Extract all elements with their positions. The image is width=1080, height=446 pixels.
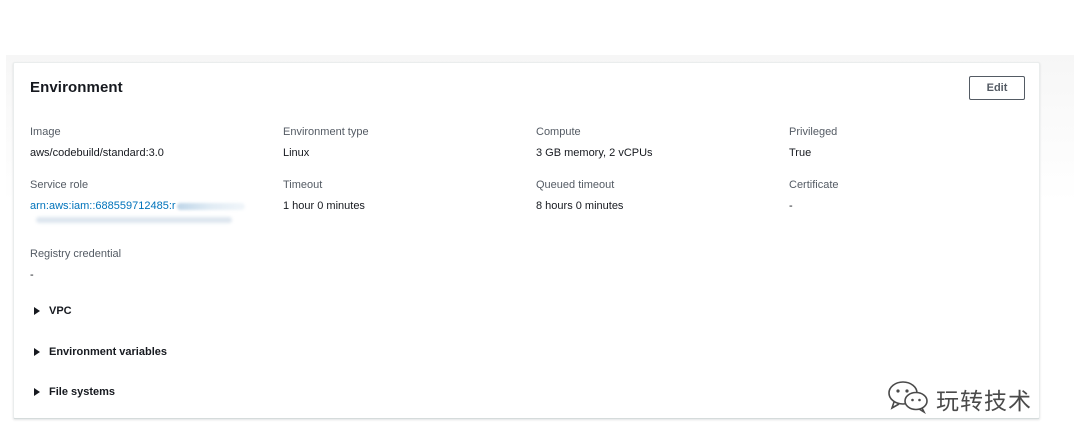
image-field: Image aws/codebuild/standard:3.0 xyxy=(30,125,270,160)
caret-right-icon xyxy=(34,307,40,315)
service-role-label: Service role xyxy=(30,179,89,191)
compute-label: Compute xyxy=(536,126,581,138)
expander-vpc[interactable]: VPC xyxy=(34,305,72,317)
environment-type-label: Environment type xyxy=(283,126,369,138)
edit-button[interactable]: Edit xyxy=(969,76,1025,100)
privileged-label: Privileged xyxy=(789,126,838,138)
certificate-label: Certificate xyxy=(789,179,839,191)
caret-right-icon xyxy=(34,388,40,396)
environment-type-field: Environment type Linux xyxy=(283,125,523,160)
privileged-value: True xyxy=(789,147,812,159)
service-role-redaction-line2 xyxy=(36,217,232,223)
expander-file-systems[interactable]: File systems xyxy=(34,386,115,398)
registry-credential-field: Registry credential - xyxy=(30,247,270,282)
timeout-label: Timeout xyxy=(283,179,323,191)
certificate-field: Certificate - xyxy=(789,178,1029,213)
expander-vpc-label: VPC xyxy=(49,305,72,317)
queued-timeout-value: 8 hours 0 minutes xyxy=(536,200,624,212)
expander-environment-variables-label: Environment variables xyxy=(49,346,167,358)
registry-credential-label: Registry credential xyxy=(30,248,122,260)
environment-panel: Environment Edit Image aws/codebuild/sta… xyxy=(13,62,1040,419)
compute-value: 3 GB memory, 2 vCPUs xyxy=(536,147,653,159)
queued-timeout-field: Queued timeout 8 hours 0 minutes xyxy=(536,178,776,213)
panel-title: Environment xyxy=(30,79,123,96)
watermark-text: 玩转技术 xyxy=(936,388,1032,415)
image-label: Image xyxy=(30,126,61,138)
timeout-field: Timeout 1 hour 0 minutes xyxy=(283,178,523,213)
queued-timeout-label: Queued timeout xyxy=(536,179,615,191)
caret-right-icon xyxy=(34,348,40,356)
service-role-redaction xyxy=(177,203,245,210)
registry-credential-value: - xyxy=(30,269,34,281)
environment-type-value: Linux xyxy=(283,147,310,159)
privileged-field: Privileged True xyxy=(789,125,1029,160)
expander-file-systems-label: File systems xyxy=(49,386,116,398)
timeout-value: 1 hour 0 minutes xyxy=(283,200,365,212)
certificate-value: - xyxy=(789,200,793,212)
watermark: 玩转技术 xyxy=(886,378,1032,419)
expander-environment-variables[interactable]: Environment variables xyxy=(34,346,167,358)
compute-field: Compute 3 GB memory, 2 vCPUs xyxy=(536,125,776,160)
wechat-icon xyxy=(886,378,930,419)
image-value: aws/codebuild/standard:3.0 xyxy=(30,147,164,159)
